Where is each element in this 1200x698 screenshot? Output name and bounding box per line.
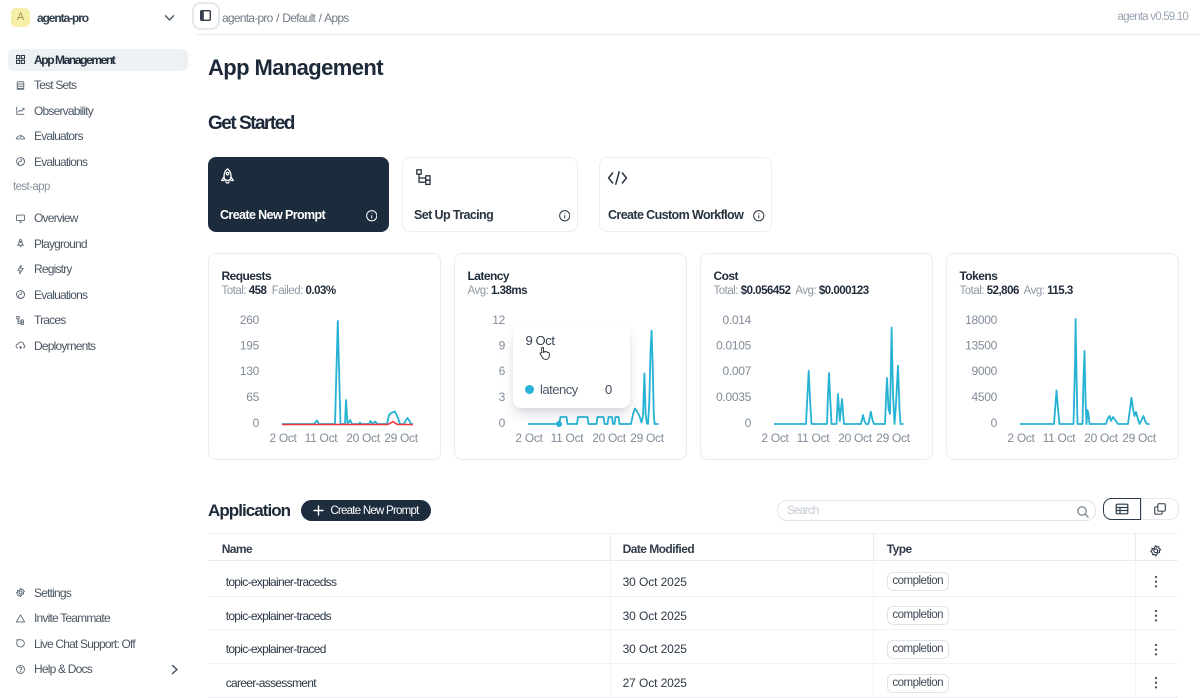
svg-text:11 Oct: 11 Oct [1043, 431, 1077, 445]
svg-text:20 Oct: 20 Oct [592, 431, 627, 445]
svg-text:0: 0 [253, 416, 260, 430]
svg-text:0.014: 0.014 [722, 313, 751, 327]
svg-text:12: 12 [492, 313, 505, 327]
svg-text:20 Oct: 20 Oct [838, 431, 873, 445]
svg-text:20 Oct: 20 Oct [346, 431, 381, 445]
svg-text:13500: 13500 [965, 339, 997, 353]
svg-text:11 Oct: 11 Oct [305, 431, 339, 445]
svg-text:3: 3 [499, 390, 506, 404]
svg-text:2 Oct: 2 Oct [269, 431, 297, 445]
svg-text:18000: 18000 [965, 313, 997, 327]
svg-text:0.007: 0.007 [722, 364, 751, 378]
svg-text:0: 0 [991, 416, 998, 430]
svg-text:11 Oct: 11 Oct [797, 431, 831, 445]
svg-text:9000: 9000 [972, 364, 998, 378]
svg-text:29 Oct: 29 Oct [630, 431, 665, 445]
svg-text:0.0105: 0.0105 [716, 339, 752, 353]
svg-text:195: 195 [240, 339, 260, 353]
svg-text:2 Oct: 2 Oct [515, 431, 543, 445]
svg-text:0: 0 [499, 416, 506, 430]
svg-text:6: 6 [499, 364, 506, 378]
svg-text:29 Oct: 29 Oct [876, 431, 911, 445]
svg-text:11 Oct: 11 Oct [551, 431, 585, 445]
svg-text:0.0035: 0.0035 [716, 390, 752, 404]
svg-text:0: 0 [745, 416, 752, 430]
svg-text:130: 130 [240, 364, 260, 378]
svg-text:260: 260 [240, 313, 260, 327]
svg-text:29 Oct: 29 Oct [1122, 431, 1157, 445]
svg-text:2 Oct: 2 Oct [761, 431, 789, 445]
svg-text:9: 9 [499, 339, 506, 353]
svg-text:4500: 4500 [972, 390, 998, 404]
svg-text:2 Oct: 2 Oct [1007, 431, 1035, 445]
svg-text:20 Oct: 20 Oct [1084, 431, 1119, 445]
svg-text:29 Oct: 29 Oct [384, 431, 419, 445]
svg-text:65: 65 [246, 390, 259, 404]
